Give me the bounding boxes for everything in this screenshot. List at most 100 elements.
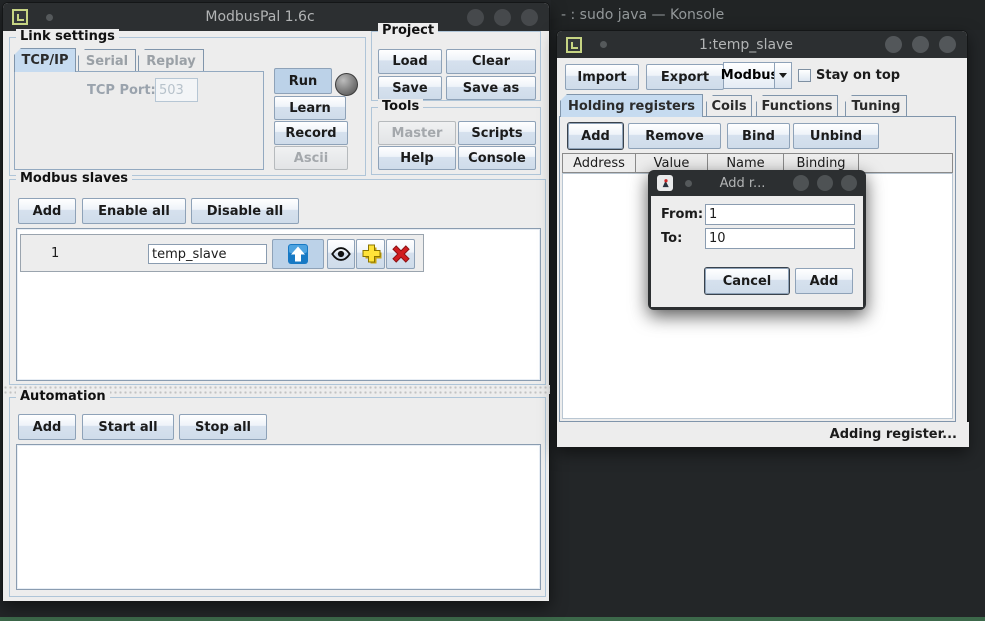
status-text: Adding register... [830, 427, 957, 442]
konsole-title: - : sudo java — Konsole [561, 7, 724, 23]
titlebar-dot-icon [600, 41, 607, 48]
titlebar-dot-icon [685, 180, 692, 187]
automation-list [16, 444, 541, 590]
window-close-button[interactable] [939, 36, 956, 53]
scripts-button[interactable]: Scripts [458, 121, 536, 145]
konsole-titlebar: - : sudo java — Konsole [551, 0, 985, 30]
plus-icon [359, 242, 383, 266]
modbuspal-window: ModbusPal 1.6c Link settings TCP/IP Seri… [2, 2, 550, 601]
project-title: Project [378, 23, 438, 38]
export-button[interactable]: Export [646, 64, 724, 90]
app-icon [566, 37, 582, 53]
stay-on-top-checkbox[interactable] [798, 69, 811, 82]
remove-register-button[interactable]: Remove [628, 123, 721, 149]
window-maximize-button[interactable] [912, 36, 929, 53]
cancel-button[interactable]: Cancel [705, 268, 789, 294]
mode-combobox[interactable]: Modbus [723, 62, 775, 89]
run-button[interactable]: Run [274, 68, 332, 94]
tab-replay[interactable]: Replay [138, 49, 204, 72]
tcp-port-input[interactable] [155, 78, 198, 102]
tab-holding-registers[interactable]: Holding registers [560, 94, 703, 117]
add-slave-button[interactable]: Add [18, 198, 76, 224]
eye-icon [330, 243, 352, 265]
bind-button[interactable]: Bind [727, 123, 790, 149]
slaves-list: 1 [16, 228, 541, 381]
modbus-slaves-title: Modbus slaves [16, 171, 132, 186]
slave-enable-toggle[interactable] [272, 239, 324, 269]
status-bar: Adding register... [557, 422, 969, 447]
add-register-button[interactable]: Add [568, 123, 623, 149]
unbind-button[interactable]: Unbind [793, 123, 879, 149]
load-button[interactable]: Load [378, 49, 442, 74]
chevron-down-icon [779, 73, 787, 78]
delete-x-icon [389, 242, 413, 266]
window-close-button[interactable] [841, 175, 857, 191]
combobox-arrow-button[interactable] [774, 62, 792, 89]
add-automation-button[interactable]: Add [18, 414, 76, 440]
modbuspal-content: Link settings TCP/IP Serial Replay TCP P… [3, 31, 549, 601]
window-maximize-button[interactable] [494, 9, 511, 26]
dialog-titlebar: Add r... [651, 170, 863, 196]
slave-view-button[interactable] [327, 239, 355, 269]
tools-title: Tools [378, 99, 423, 114]
slave-row: 1 [20, 234, 424, 272]
save-as-button[interactable]: Save as [446, 76, 536, 100]
save-button[interactable]: Save [378, 76, 442, 100]
konsole-bottom-strip [0, 617, 985, 621]
slave-add-register-button[interactable] [356, 239, 385, 269]
window-minimize-button[interactable] [467, 9, 484, 26]
tab-functions[interactable]: Functions [756, 95, 838, 117]
from-input[interactable] [705, 204, 855, 225]
automation-group: Automation Add Start all Stop all [9, 397, 546, 597]
clear-button[interactable]: Clear [446, 49, 536, 74]
enable-all-button[interactable]: Enable all [82, 198, 186, 224]
add-register-dialog: Add r... From: To: Cancel Add [648, 170, 866, 310]
tab-coils[interactable]: Coils [706, 95, 752, 117]
disable-all-button[interactable]: Disable all [191, 198, 299, 224]
record-button[interactable]: Record [274, 121, 348, 145]
arrow-up-icon [286, 242, 310, 266]
stop-all-button[interactable]: Stop all [179, 414, 267, 440]
column-header-address[interactable]: Address [562, 153, 636, 173]
app-icon [12, 9, 28, 25]
window-maximize-button[interactable] [817, 175, 833, 191]
console-button[interactable]: Console [458, 146, 536, 170]
window-close-button[interactable] [521, 9, 538, 26]
tools-group: Tools Master Scripts Help Console [371, 107, 541, 175]
dialog-add-button[interactable]: Add [795, 268, 853, 294]
to-label: To: [661, 231, 682, 246]
run-led-indicator [335, 73, 358, 96]
java-app-icon [657, 175, 673, 191]
tcpip-panel: TCP Port: [14, 71, 264, 170]
help-button[interactable]: Help [378, 146, 456, 170]
learn-button[interactable]: Learn [274, 96, 346, 120]
start-all-button[interactable]: Start all [82, 414, 174, 440]
window-minimize-button[interactable] [793, 175, 809, 191]
slave-name-input[interactable] [148, 244, 267, 264]
automation-title: Automation [16, 389, 110, 404]
window-title: 1:temp_slave [607, 37, 885, 53]
desktop: - : sudo java — Konsole ModbusPal 1.6c L… [0, 0, 985, 621]
to-input[interactable] [705, 228, 855, 249]
tab-serial[interactable]: Serial [78, 49, 136, 72]
master-button[interactable]: Master [378, 121, 456, 145]
ascii-button[interactable]: Ascii [274, 146, 348, 170]
temp-slave-titlebar: 1:temp_slave [557, 31, 967, 58]
titlebar-dot-icon [46, 14, 53, 21]
link-settings-group: Link settings TCP/IP Serial Replay TCP P… [9, 37, 366, 176]
tab-tcpip[interactable]: TCP/IP [14, 48, 76, 72]
modbuspal-titlebar: ModbusPal 1.6c [3, 3, 549, 31]
import-button[interactable]: Import [565, 64, 639, 90]
modbus-slaves-group: Modbus slaves Add Enable all Disable all… [9, 179, 546, 385]
link-settings-title: Link settings [16, 29, 119, 44]
tcp-port-label: TCP Port: [87, 83, 156, 98]
tab-tuning[interactable]: Tuning [845, 95, 907, 117]
window-minimize-button[interactable] [885, 36, 902, 53]
project-group: Project Load Clear Save Save as [371, 31, 541, 101]
dialog-body: From: To: Cancel Add [651, 196, 863, 307]
slave-delete-button[interactable] [386, 239, 415, 269]
column-header-empty[interactable] [859, 153, 953, 173]
from-label: From: [661, 207, 703, 222]
dialog-title: Add r... [692, 176, 793, 191]
stay-on-top-label: Stay on top [816, 68, 900, 83]
